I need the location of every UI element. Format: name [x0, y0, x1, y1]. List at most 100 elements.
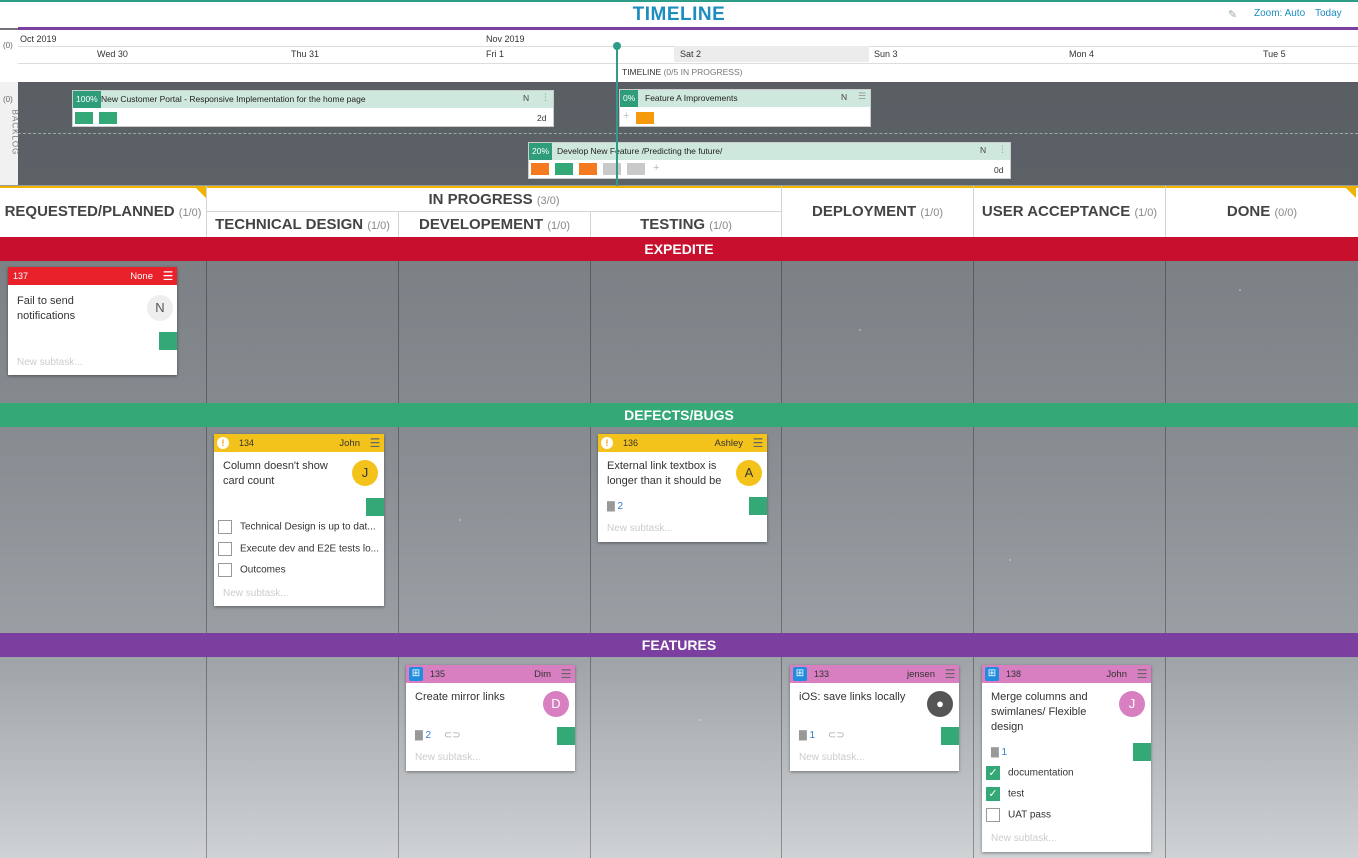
column-development[interactable]: DEVELOPEMENT (1/0)	[399, 216, 590, 233]
checkbox[interactable]	[218, 520, 232, 534]
avatar[interactable]: N	[147, 295, 173, 321]
add-icon[interactable]: +	[653, 162, 659, 174]
card-id: 137	[13, 271, 29, 281]
lane-features[interactable]: FEATURES	[0, 633, 1358, 657]
menu-icon[interactable]: ☰	[751, 436, 765, 450]
checkbox[interactable]	[986, 808, 1000, 822]
card-title[interactable]: iOS: save links locally	[799, 690, 905, 705]
checklist-item[interactable]: Technical Design is up to dat...	[218, 520, 376, 534]
timeline-bar[interactable]: Feature A Improvements 0% N ☰ +	[619, 89, 871, 127]
new-subtask-input[interactable]: New subtask...	[991, 833, 1057, 844]
card-header: ⊞ 138 John ☰	[982, 665, 1151, 683]
checklist-item[interactable]: Execute dev and E2E tests lo...	[218, 542, 379, 556]
card-id: 133	[814, 669, 830, 679]
column-deployment[interactable]: DEPLOYMENT (1/0)	[782, 203, 973, 220]
stage-chip	[99, 112, 117, 124]
feature-icon: ⊞	[985, 667, 999, 681]
checklist-item[interactable]: Outcomes	[218, 563, 286, 577]
avatar[interactable]: D	[543, 691, 569, 717]
new-subtask-input[interactable]: New subtask...	[799, 752, 865, 763]
menu-icon[interactable]: ☰	[368, 436, 382, 450]
new-subtask-input[interactable]: New subtask...	[223, 588, 289, 599]
column-technical-design[interactable]: TECHNICAL DESIGN (1/0)	[207, 216, 398, 233]
card-138[interactable]: ⊞ 138 John ☰ Merge columns and swimlanes/…	[982, 665, 1151, 852]
day-label: Mon 4	[1069, 49, 1095, 59]
link-icon[interactable]: ⊂⊃	[828, 730, 845, 741]
card-header: ! 134 John ☰	[214, 434, 384, 452]
card-134[interactable]: ! 134 John ☰ Column doesn't show card cou…	[214, 434, 384, 606]
checklist-item[interactable]: ✓ test	[986, 787, 1024, 801]
column-corner-marker	[1346, 188, 1356, 198]
timeline-count: (0)	[3, 41, 13, 50]
zoom-auto-link[interactable]: Zoom: Auto	[1254, 8, 1305, 19]
timeline-bar-title: Develop New Feature /Predicting the futu…	[529, 143, 1010, 160]
menu-icon[interactable]: ☰	[161, 269, 175, 283]
column-requested[interactable]: REQUESTED/PLANNED (1/0)	[0, 203, 206, 220]
add-icon[interactable]: +	[623, 110, 629, 122]
day-label: Thu 31	[291, 49, 320, 59]
timeline-bar-title: Feature A Improvements	[620, 90, 870, 107]
menu-icon[interactable]: ☰	[858, 91, 866, 102]
card-title[interactable]: Merge columns and swimlanes/ Flexible desi…	[991, 690, 1088, 735]
card-133[interactable]: ⊞ 133 jensen ☰ iOS: save links locally ●…	[790, 665, 959, 771]
lane-expedite[interactable]: EXPEDITE	[0, 237, 1358, 261]
comments-count[interactable]: ▇ 1 ⊂⊃	[799, 730, 845, 741]
avatar[interactable]: J	[1119, 691, 1145, 717]
timeline-bar[interactable]: New Customer Portal - Responsive Impleme…	[72, 90, 554, 127]
stage-chip	[555, 163, 573, 175]
stage-square	[366, 498, 384, 516]
card-owner: None	[130, 271, 153, 282]
day-label: Tue 5	[1263, 49, 1286, 59]
avatar[interactable]: J	[352, 460, 378, 486]
checkbox[interactable]	[218, 542, 232, 556]
feature-icon: ⊞	[793, 667, 807, 681]
card-title[interactable]: Create mirror links	[415, 690, 505, 705]
timeline-bar[interactable]: Develop New Feature /Predicting the futu…	[528, 142, 1011, 179]
card-title[interactable]: Column doesn't show card count	[223, 459, 328, 489]
column-user-acceptance[interactable]: USER ACCEPTANCE (1/0)	[974, 203, 1165, 220]
grid-line	[206, 237, 207, 858]
new-subtask-input[interactable]: New subtask...	[607, 523, 673, 534]
column-in-progress[interactable]: IN PROGRESS (3/0)	[207, 191, 781, 208]
new-subtask-input[interactable]: New subtask...	[415, 752, 481, 763]
comments-count[interactable]: ▇ 2	[607, 501, 623, 512]
today-link[interactable]: Today	[1315, 8, 1342, 19]
comments-count[interactable]: ▇ 2 ⊂⊃	[415, 730, 461, 741]
card-owner: John	[1106, 669, 1127, 680]
card-136[interactable]: ! 136 Ashley ☰ External link textbox is l…	[598, 434, 767, 542]
user-avatar-icon[interactable]: ●	[927, 691, 953, 717]
column-done[interactable]: DONE (0/0)	[1166, 203, 1358, 220]
pin-icon[interactable]: ✎	[1228, 8, 1240, 21]
warning-icon: !	[601, 437, 613, 449]
menu-icon[interactable]: ☰	[559, 667, 573, 681]
stage-chip	[636, 112, 654, 124]
comment-icon: ▇	[415, 730, 423, 741]
checkbox[interactable]	[218, 563, 232, 577]
checkbox-checked[interactable]: ✓	[986, 787, 1000, 801]
menu-icon[interactable]: ☰	[943, 667, 957, 681]
column-corner-marker	[196, 188, 206, 198]
card-135[interactable]: ⊞ 135 Dim ☰ Create mirror links D ▇ 2 ⊂⊃…	[406, 665, 575, 771]
today-marker-dot[interactable]	[613, 42, 621, 50]
comments-count[interactable]: ▇ 1	[991, 747, 1007, 758]
day-label: Fri 1	[486, 49, 504, 59]
card-137[interactable]: 137 None ☰ Fail to send notifications N N…	[8, 267, 177, 375]
card-title[interactable]: External link textbox is longer than it s…	[607, 459, 721, 489]
new-subtask-input[interactable]: New subtask...	[17, 357, 83, 368]
comment-icon: ▇	[799, 730, 807, 741]
menu-icon[interactable]: ☰	[1135, 667, 1149, 681]
timeline-bar-duration: 2d	[537, 113, 547, 123]
checklist-item[interactable]: ✓ documentation	[986, 766, 1074, 780]
checkbox-checked[interactable]: ✓	[986, 766, 1000, 780]
lane-defects[interactable]: DEFECTS/BUGS	[0, 403, 1358, 427]
more-icon[interactable]: ⋮	[998, 144, 1007, 155]
avatar[interactable]: A	[736, 460, 762, 486]
checklist-item[interactable]: UAT pass	[986, 808, 1051, 822]
link-icon[interactable]: ⊂⊃	[444, 730, 461, 741]
column-testing[interactable]: TESTING (1/0)	[591, 216, 781, 233]
more-icon[interactable]: ⋮	[541, 92, 550, 103]
card-title[interactable]: Fail to send notifications	[17, 294, 75, 324]
header-divider	[207, 211, 781, 212]
timeline-bar-title: New Customer Portal - Responsive Impleme…	[73, 91, 553, 108]
timeline-bar-owner: N	[523, 93, 530, 103]
